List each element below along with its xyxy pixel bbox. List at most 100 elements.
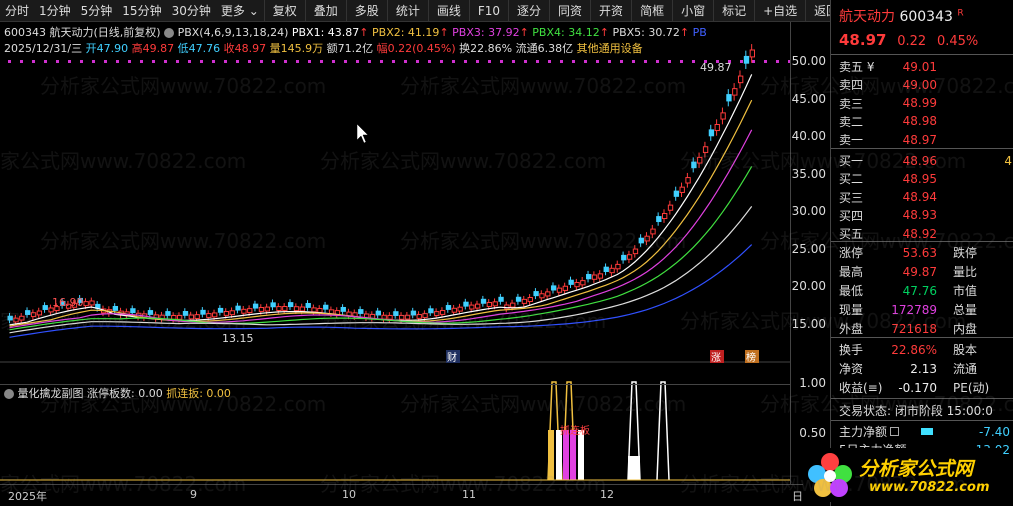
grab-consecutive: 抓连扳: 0.00 xyxy=(166,387,231,400)
f10-button[interactable]: F10 xyxy=(468,0,508,22)
candle-body xyxy=(510,302,516,308)
table-icon[interactable] xyxy=(890,427,900,436)
tab-more[interactable]: 更多 ⌄ xyxy=(216,0,264,22)
candle-body xyxy=(340,306,346,312)
candle-body xyxy=(615,263,621,270)
candle-body xyxy=(282,306,288,311)
arrow-up-icon: ↑ xyxy=(359,26,369,39)
bid-row[interactable]: 买一 48.96 4 xyxy=(831,151,1013,170)
dotted-marker xyxy=(104,60,107,63)
stat-value: 721618 xyxy=(891,321,937,336)
candle-body xyxy=(270,302,276,308)
ask-row[interactable]: 卖五 ¥ 49.01 xyxy=(831,57,1013,76)
stat-value: 49.87 xyxy=(902,264,937,279)
bar-high: 高49.87 xyxy=(131,42,175,55)
ask-row[interactable]: 卖四 49.00 xyxy=(831,75,1013,94)
candle-body xyxy=(737,75,744,84)
same-capital-button[interactable]: 同资 xyxy=(549,0,590,22)
date-tick: 11 xyxy=(462,488,476,501)
overlay-button[interactable]: 叠加 xyxy=(304,0,346,22)
stat-label-2: 内盘 xyxy=(953,322,978,336)
kline-chart[interactable]: 16.90 13.15 49.87 财 涨 榜抓连板 xyxy=(0,22,790,484)
axis-tick: 15.00 xyxy=(791,317,826,331)
candle-body xyxy=(434,311,440,316)
mark-button[interactable]: 标记 xyxy=(713,0,754,22)
tab-15min[interactable]: 15分钟 xyxy=(117,0,166,22)
formula-name[interactable]: PBX(4,6,9,13,18,24) xyxy=(178,26,289,39)
quote-price-line: 48.97 0.22 0.45% xyxy=(839,31,978,49)
candle-body xyxy=(375,310,381,316)
pbx2-value: PBX2: 41.19 xyxy=(372,26,440,39)
tab-intraday[interactable]: 分时 xyxy=(0,0,34,22)
candle-body xyxy=(323,304,329,310)
draw-button[interactable]: 画线 xyxy=(427,0,469,22)
add-watchlist-button[interactable]: +自选 xyxy=(754,0,805,22)
ask-row[interactable]: 卖一 48.97 xyxy=(831,130,1013,149)
candle-body xyxy=(445,305,452,310)
dotted-marker xyxy=(692,60,695,63)
bid-row[interactable]: 买三 48.94 xyxy=(831,188,1013,207)
dotted-marker xyxy=(584,60,587,63)
candle-body xyxy=(188,314,194,320)
tab-1min[interactable]: 1分钟 xyxy=(34,0,76,22)
stat-label: 净资 xyxy=(839,362,864,376)
pbx4-value: PBX4: 34.12 xyxy=(532,26,600,39)
dotted-marker xyxy=(500,60,503,63)
quote-flag: R xyxy=(957,8,964,19)
site-logo: 分析家公式网 www.70822.com xyxy=(803,448,1003,502)
dotted-marker xyxy=(740,60,743,63)
finance-mark: 财 xyxy=(447,351,457,364)
dotted-marker xyxy=(152,60,155,63)
bid-row[interactable]: 买四 48.93 xyxy=(831,206,1013,225)
dotted-marker xyxy=(416,60,419,63)
bid-price: 48.95 xyxy=(902,171,937,186)
adjust-button[interactable]: 复权 xyxy=(263,0,305,22)
multi-stock-button[interactable]: 多股 xyxy=(345,0,387,22)
candle-body xyxy=(656,216,662,223)
bid-row[interactable]: 买二 48.95 xyxy=(831,169,1013,188)
candle-body xyxy=(212,312,218,318)
candle-body xyxy=(422,313,428,318)
stat-value: 47.76 xyxy=(902,283,937,298)
stat-label: 外盘 xyxy=(839,322,864,336)
divider xyxy=(831,241,1013,242)
candle-body xyxy=(591,274,598,280)
stat-label-2: 总量 xyxy=(953,303,978,317)
dotted-marker xyxy=(632,60,635,63)
sub-dropdown-icon[interactable] xyxy=(4,389,14,399)
flower-logo-icon xyxy=(808,453,852,497)
by-minute-button[interactable]: 逐分 xyxy=(508,0,549,22)
candle-body xyxy=(258,307,265,312)
tab-30min[interactable]: 30分钟 xyxy=(167,0,216,22)
dotted-marker xyxy=(572,60,575,63)
high-price-label: 49.87 xyxy=(700,61,732,74)
kline-chart-area[interactable]: 16.90 13.15 49.87 财 涨 榜抓连板 600343 航天动力(日线,前复权… xyxy=(0,22,815,484)
chevron-down-icon: ⌄ xyxy=(248,3,259,18)
dotted-marker xyxy=(620,60,623,63)
candle-body xyxy=(182,310,189,316)
dotted-marker xyxy=(272,60,275,63)
tab-more-label: 更多 xyxy=(220,3,245,18)
price-axis: 50.00 45.00 40.00 35.00 30.00 25.00 20.0… xyxy=(790,22,830,484)
sub-chart-title[interactable]: 量化擒龙副图 xyxy=(18,387,84,400)
open-capital-button[interactable]: 开资 xyxy=(590,0,631,22)
candle-body xyxy=(293,306,300,312)
candle-body xyxy=(568,279,574,285)
stat-row: 最低 47.76 市值 xyxy=(831,281,1013,300)
ask-row[interactable]: 卖二 48.98 xyxy=(831,112,1013,131)
simple-frame-button[interactable]: 简框 xyxy=(631,0,672,22)
ask-label: 卖二 xyxy=(839,114,864,129)
tab-5min[interactable]: 5分钟 xyxy=(76,0,118,22)
candle-body xyxy=(714,123,720,132)
stat-label: 换手 xyxy=(839,343,864,357)
small-window-button[interactable]: 小窗 xyxy=(672,0,713,22)
ask-row[interactable]: 卖三 48.99 xyxy=(831,94,1013,113)
logo-url: www.70822.com xyxy=(869,480,990,495)
candle-body xyxy=(83,301,89,307)
stat-label-2: 市值 xyxy=(953,284,978,298)
formula-dropdown-icon[interactable] xyxy=(164,28,175,38)
date-tick: 10 xyxy=(342,488,356,501)
stats-button[interactable]: 统计 xyxy=(386,0,428,22)
logo-title: 分析家公式网 xyxy=(859,458,974,480)
candle-body xyxy=(393,311,399,316)
